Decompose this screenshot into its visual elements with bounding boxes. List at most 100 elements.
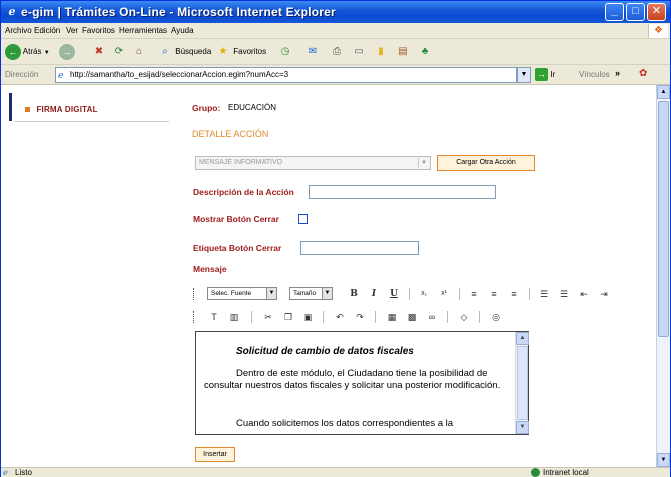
indent-icon[interactable]: ⇥ bbox=[597, 287, 611, 301]
menu-herramientas[interactable]: Herramientas bbox=[119, 26, 167, 35]
undo-icon[interactable]: ↶ bbox=[333, 310, 347, 324]
menu-favoritos[interactable]: Favoritos bbox=[82, 26, 115, 35]
links-label[interactable]: Vínculos bbox=[579, 70, 610, 79]
folder-button[interactable]: ▮ bbox=[373, 43, 389, 61]
page-scrollbar[interactable]: ▲ ▼ bbox=[656, 85, 670, 467]
message-editor[interactable]: Solicitud de cambio de datos fiscales De… bbox=[195, 331, 529, 435]
links-chevron[interactable]: » bbox=[615, 68, 620, 78]
source-code-icon[interactable]: ◇ bbox=[457, 310, 471, 324]
nav-item-firma-digital[interactable]: FIRMA DIGITAL bbox=[25, 105, 98, 114]
star-icon: ★ bbox=[218, 45, 228, 57]
address-dropdown-icon[interactable]: ▼ bbox=[517, 67, 531, 83]
menu-ayuda[interactable]: Ayuda bbox=[171, 26, 194, 35]
scroll-down-icon[interactable]: ▼ bbox=[516, 421, 529, 434]
scroll-up-icon[interactable]: ▲ bbox=[516, 332, 529, 345]
refresh-button[interactable]: ⟳ bbox=[111, 43, 127, 61]
highlight-icon[interactable]: ▥ bbox=[227, 310, 241, 324]
toolbar-separator bbox=[479, 311, 480, 323]
history-button[interactable]: ◷ bbox=[277, 43, 293, 61]
home-button[interactable]: ⌂ bbox=[131, 43, 147, 61]
windows-logo-icon: ❖ bbox=[648, 24, 668, 38]
research-icon: ▤ bbox=[398, 45, 408, 57]
security-zone: Intranet local bbox=[531, 468, 589, 477]
security-zone-label: Intranet local bbox=[543, 468, 589, 477]
maximize-button[interactable]: □ bbox=[626, 3, 645, 21]
cut-icon[interactable]: ✂ bbox=[261, 310, 275, 324]
preview-icon[interactable]: ◎ bbox=[489, 310, 503, 324]
scroll-up-icon[interactable]: ▲ bbox=[657, 85, 670, 99]
links-menu-icon[interactable]: ✿ bbox=[639, 68, 647, 79]
font-select[interactable]: Selec. Fuente ▼ bbox=[207, 287, 277, 300]
toolbar-separator bbox=[459, 288, 460, 300]
message-label: Mensaje bbox=[193, 264, 227, 274]
align-right-icon[interactable]: ≡ bbox=[507, 287, 521, 301]
superscript-icon[interactable]: x¹ bbox=[437, 287, 451, 301]
text-color-icon[interactable]: T bbox=[207, 310, 221, 324]
show-close-checkbox[interactable] bbox=[298, 214, 308, 224]
description-input[interactable] bbox=[309, 185, 496, 199]
chevron-down-icon: ▼ bbox=[418, 158, 429, 168]
subscript-icon[interactable]: x₁ bbox=[417, 287, 431, 301]
unordered-list-icon[interactable]: ☰ bbox=[557, 287, 571, 301]
go-button[interactable]: → Ir bbox=[535, 68, 555, 82]
link-icon[interactable]: ∞ bbox=[425, 310, 439, 324]
back-button[interactable]: ← Atrás ▼ bbox=[5, 43, 50, 61]
description-label: Descripción de la Acción bbox=[193, 187, 294, 197]
bold-icon[interactable]: B bbox=[347, 287, 361, 301]
size-select[interactable]: Tamaño ▼ bbox=[289, 287, 333, 300]
ordered-list-icon[interactable]: ☰ bbox=[537, 287, 551, 301]
title-bar[interactable]: ℯ e-gim | Trámites On-Line - Microsoft I… bbox=[1, 1, 670, 23]
align-center-icon[interactable]: ≡ bbox=[487, 287, 501, 301]
menu-ver[interactable]: Ver bbox=[66, 26, 78, 35]
menu-archivo[interactable]: Archivo bbox=[5, 26, 32, 35]
nav-bullet-icon bbox=[25, 107, 30, 113]
minimize-button[interactable]: _ bbox=[605, 3, 624, 21]
mail-button[interactable]: ✉ bbox=[305, 43, 321, 61]
outdent-icon[interactable]: ⇤ bbox=[577, 287, 591, 301]
editor-scrollbar[interactable]: ▲ ▼ bbox=[515, 332, 529, 434]
insert-button[interactable]: Insertar bbox=[195, 447, 235, 462]
address-input[interactable]: ℯ http://samantha/to_esijad/seleccionarA… bbox=[55, 67, 517, 83]
close-label-label: Etiqueta Botón Cerrar bbox=[193, 243, 282, 253]
print-button[interactable]: ⎙ bbox=[329, 43, 345, 61]
grupo-value: EDUCACIÓN bbox=[228, 103, 277, 112]
address-label: Dirección bbox=[5, 70, 39, 79]
window-title: e-gim | Trámites On-Line - Microsoft Int… bbox=[21, 5, 336, 19]
search-label: Búsqueda bbox=[175, 47, 212, 56]
action-select[interactable]: MENSAJE INFORMATIVO ▼ bbox=[195, 156, 431, 170]
redo-icon[interactable]: ↷ bbox=[353, 310, 367, 324]
image-icon[interactable]: ▩ bbox=[405, 310, 419, 324]
stop-button[interactable]: ✖ bbox=[91, 43, 107, 61]
load-action-button[interactable]: Cargar Otra Acción bbox=[437, 155, 535, 171]
history-icon: ◷ bbox=[280, 45, 290, 57]
editor-paragraph-2: Cuando solicitemos los datos correspondi… bbox=[236, 418, 454, 429]
align-left-icon[interactable]: ≡ bbox=[467, 287, 481, 301]
back-arrow-icon: ← bbox=[5, 43, 21, 60]
edit-button[interactable]: ▭ bbox=[351, 43, 367, 61]
favorites-label: Favoritos bbox=[233, 47, 267, 56]
grupo-label: Grupo: bbox=[192, 103, 221, 113]
back-label: Atrás bbox=[22, 47, 42, 56]
research-button[interactable]: ▤ bbox=[395, 43, 411, 61]
nav-accent-bar bbox=[9, 93, 12, 121]
toolbar-grip bbox=[193, 311, 195, 323]
scroll-down-icon[interactable]: ▼ bbox=[657, 453, 670, 467]
copy-icon[interactable]: ❐ bbox=[281, 310, 295, 324]
favorites-button[interactable]: ★ Favoritos bbox=[215, 43, 267, 61]
italic-icon[interactable]: I bbox=[367, 287, 381, 301]
messenger-icon: ♣ bbox=[421, 45, 429, 57]
editor-scroll-thumb[interactable] bbox=[517, 346, 528, 420]
close-button[interactable]: ✕ bbox=[647, 3, 666, 21]
page-scroll-thumb[interactable] bbox=[658, 101, 669, 337]
table-icon[interactable]: ▦ bbox=[385, 310, 399, 324]
editor-content[interactable]: Solicitud de cambio de datos fiscales De… bbox=[202, 338, 514, 430]
menu-edicion[interactable]: Edición bbox=[34, 26, 60, 35]
paste-icon[interactable]: ▣ bbox=[301, 310, 315, 324]
page-status-icon: ℯ bbox=[3, 468, 8, 477]
underline-icon[interactable]: U bbox=[387, 287, 401, 301]
forward-button[interactable]: → bbox=[59, 43, 75, 61]
print-icon: ⎙ bbox=[333, 45, 341, 57]
close-label-input[interactable] bbox=[300, 241, 419, 255]
messenger-button[interactable]: ♣ bbox=[417, 43, 433, 61]
search-button[interactable]: ⌕ Búsqueda bbox=[157, 43, 211, 61]
